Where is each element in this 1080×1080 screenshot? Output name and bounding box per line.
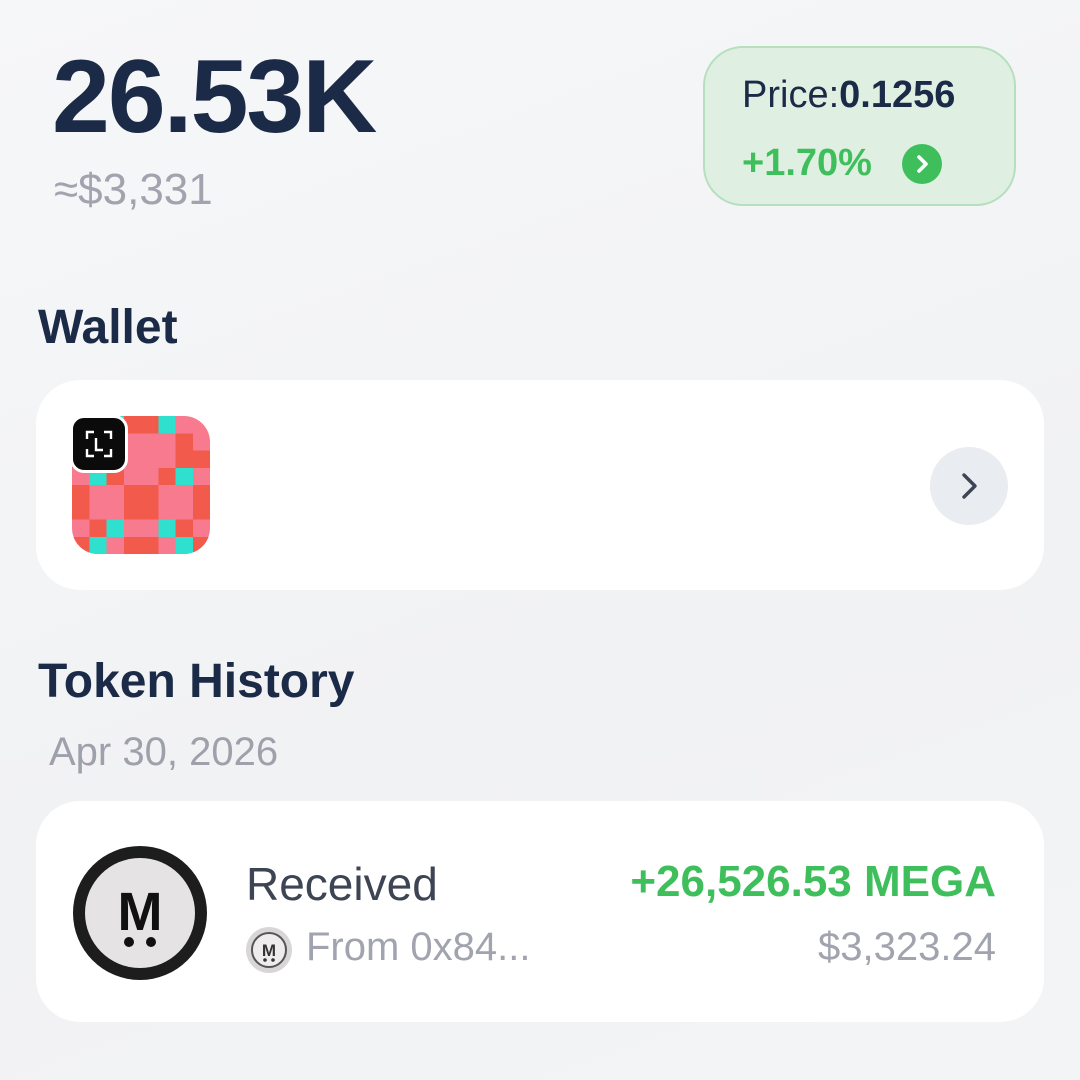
price-card[interactable]: Price:0.1256 +1.70%: [703, 46, 1016, 206]
transaction-from-address: From 0x84...: [306, 925, 531, 969]
balance-usd-value: ≈$3,331: [54, 165, 213, 214]
svg-text:M: M: [262, 941, 276, 960]
price-change: +1.70%: [742, 142, 872, 184]
wallet-card[interactable]: [36, 380, 1044, 590]
mega-token-small-icon: M: [245, 926, 293, 974]
chevron-right-circle-icon[interactable]: [902, 144, 942, 184]
scan-icon[interactable]: [70, 415, 128, 473]
price-value: 0.1256: [839, 74, 956, 116]
transaction-type: Received: [246, 858, 438, 910]
svg-text:M: M: [118, 882, 163, 942]
token-detail-page: 26.53K ≈$3,331 Price:0.1256 +1.70% Walle…: [0, 0, 1080, 1080]
transaction-row[interactable]: M Received M From 0x84... +26,526.53 MEG…: [36, 801, 1044, 1022]
transaction-usd-value: $3,323.24: [818, 925, 996, 969]
transaction-amount: +26,526.53 MEGA: [630, 857, 996, 906]
history-date-heading: Apr 30, 2026: [49, 730, 279, 774]
chevron-right-icon[interactable]: [930, 447, 1008, 525]
price-label: Price:: [742, 74, 840, 116]
price-line: Price:0.1256: [742, 74, 955, 117]
mega-token-icon: M: [71, 844, 209, 982]
wallet-section-title: Wallet: [38, 301, 178, 354]
token-history-title: Token History: [38, 655, 355, 708]
balance-amount: 26.53K: [52, 39, 377, 155]
